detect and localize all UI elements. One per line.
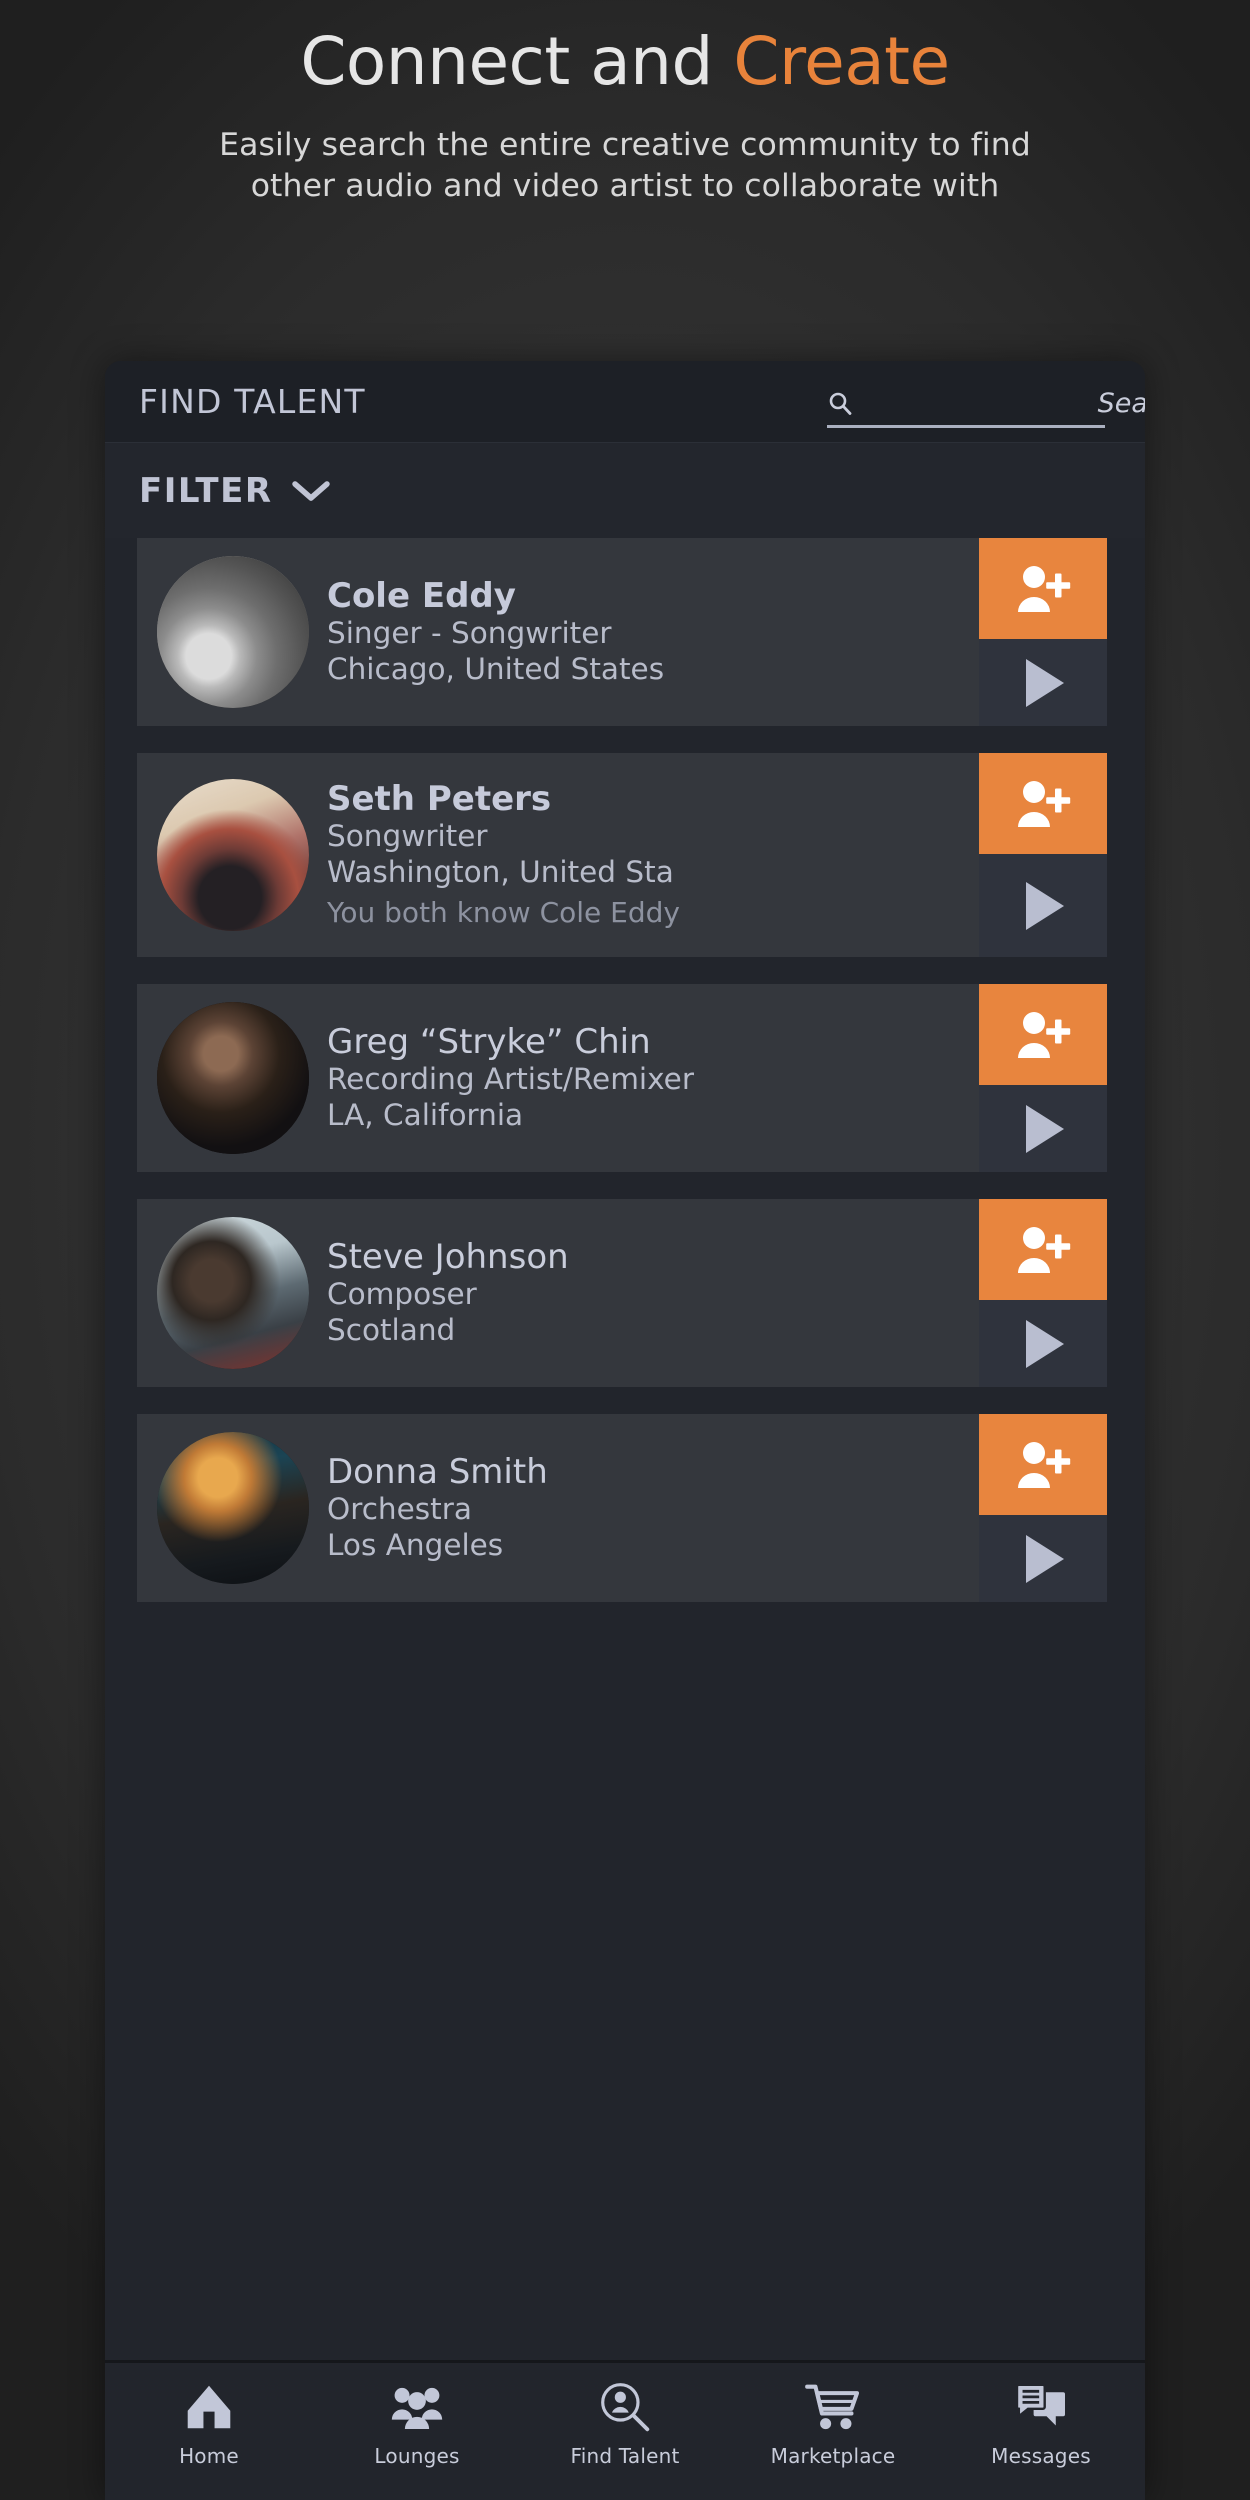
- add-connection-button[interactable]: [979, 538, 1107, 639]
- play-icon: [1018, 1316, 1068, 1372]
- talent-card-actions: [979, 538, 1107, 726]
- avatar-steve-johnson: [157, 1217, 309, 1369]
- talent-card-actions: [979, 1414, 1107, 1602]
- page-title-accent: Create: [733, 23, 950, 100]
- filter-bar[interactable]: FILTER: [105, 443, 1145, 538]
- nav-label: Marketplace: [770, 2444, 896, 2468]
- home-icon: [184, 2379, 234, 2435]
- talent-card[interactable]: Steve Johnson Composer Scotland: [137, 1199, 1107, 1387]
- page-title-main: Connect and: [300, 23, 734, 100]
- talent-results-list: Cole Eddy Singer - Songwriter Chicago, U…: [105, 538, 1145, 1602]
- page-subtitle: Easily search the entire creative commun…: [0, 125, 1250, 209]
- nav-label: Find Talent: [570, 2444, 680, 2468]
- person-search-icon: [599, 2379, 651, 2435]
- nav-item-home[interactable]: Home: [105, 2379, 313, 2468]
- add-connection-button[interactable]: [979, 1199, 1107, 1300]
- add-connection-button[interactable]: [979, 1414, 1107, 1515]
- hero-section: Connect and Create Easily search the ent…: [0, 0, 1250, 208]
- play-preview-button[interactable]: [979, 639, 1107, 726]
- nav-item-find-talent[interactable]: Find Talent: [521, 2379, 729, 2468]
- talent-card[interactable]: Greg “Stryke” Chin Recording Artist/Remi…: [137, 984, 1107, 1172]
- nav-label: Home: [179, 2444, 239, 2468]
- shopping-cart-icon: [805, 2379, 861, 2435]
- nav-label: Messages: [991, 2444, 1091, 2468]
- play-icon: [1018, 878, 1068, 934]
- person-add-icon: [1015, 778, 1071, 830]
- play-preview-button[interactable]: [979, 1085, 1107, 1172]
- chat-bubbles-icon: [1015, 2379, 1067, 2435]
- page-subtitle-line-2: other audio and video artist to collabor…: [250, 168, 1000, 205]
- add-connection-button[interactable]: [979, 753, 1107, 854]
- avatar-cole-eddy: [157, 556, 309, 708]
- play-icon: [1018, 1101, 1068, 1157]
- play-preview-button[interactable]: [979, 1515, 1107, 1602]
- talent-card[interactable]: Donna Smith Orchestra Los Angeles: [137, 1414, 1107, 1602]
- person-add-icon: [1015, 1224, 1071, 1276]
- page-title: Connect and Create: [0, 22, 1250, 103]
- play-preview-button[interactable]: [979, 854, 1107, 957]
- play-preview-button[interactable]: [979, 1300, 1107, 1387]
- person-add-icon: [1015, 1009, 1071, 1061]
- play-icon: [1018, 655, 1068, 711]
- play-icon: [1018, 1531, 1068, 1587]
- search-input[interactable]: [853, 388, 1145, 419]
- app-header: FIND TALENT: [105, 361, 1145, 443]
- avatar-greg-stryke-chin: [157, 1002, 309, 1154]
- talent-card-actions: [979, 984, 1107, 1172]
- person-add-icon: [1015, 563, 1071, 615]
- talent-card-actions: [979, 753, 1107, 957]
- filter-label: FILTER: [139, 470, 273, 511]
- talent-card[interactable]: Seth Peters Songwriter Washington, Unite…: [137, 753, 1107, 957]
- search-field[interactable]: [827, 382, 1145, 428]
- bottom-navigation: Home Lounges Find Talent Marketplace Mes…: [105, 2360, 1145, 2500]
- app-title: FIND TALENT: [139, 382, 366, 421]
- search-icon: [827, 391, 853, 417]
- people-group-icon: [389, 2379, 445, 2435]
- page-subtitle-line-1: Easily search the entire creative commun…: [219, 126, 1031, 163]
- avatar-donna-smith: [157, 1432, 309, 1584]
- talent-card-actions: [979, 1199, 1107, 1387]
- avatar-seth-peters: [157, 779, 309, 931]
- nav-item-messages[interactable]: Messages: [937, 2379, 1145, 2468]
- talent-card[interactable]: Cole Eddy Singer - Songwriter Chicago, U…: [137, 538, 1107, 726]
- add-connection-button[interactable]: [979, 984, 1107, 1085]
- phone-frame: FIND TALENT FILTER Col: [105, 361, 1145, 2500]
- nav-item-marketplace[interactable]: Marketplace: [729, 2379, 937, 2468]
- nav-item-lounges[interactable]: Lounges: [313, 2379, 521, 2468]
- chevron-down-icon[interactable]: [291, 479, 331, 503]
- nav-label: Lounges: [374, 2444, 460, 2468]
- person-add-icon: [1015, 1439, 1071, 1491]
